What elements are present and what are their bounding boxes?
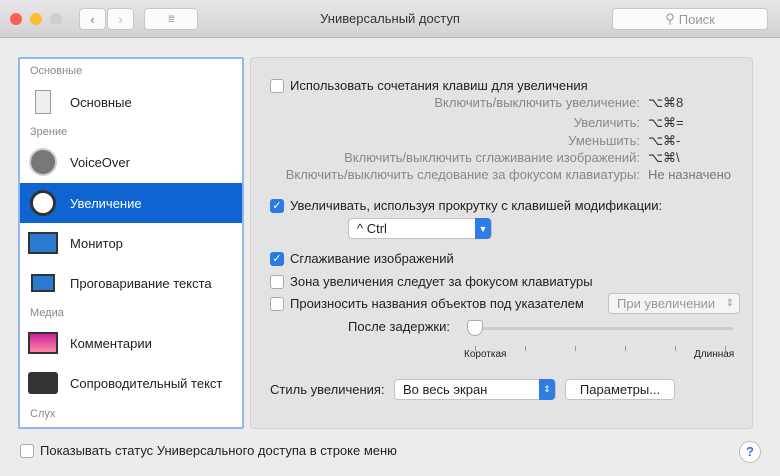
voiceover-icon bbox=[28, 147, 58, 177]
shortcut-label: Включить/выключить сглаживание изображен… bbox=[344, 150, 640, 165]
smooth-checkbox[interactable]: ✓ Сглаживание изображений bbox=[270, 251, 454, 266]
sidebar-item-label: Монитор bbox=[70, 235, 123, 251]
sidebar-item-display[interactable]: Монитор bbox=[20, 223, 242, 263]
slider-tick bbox=[625, 346, 626, 351]
sidebar-item-label: VoiceOver bbox=[70, 154, 130, 170]
sidebar-item-label: Увеличение bbox=[70, 195, 142, 211]
checkbox-label: Зона увеличения следует за фокусом клави… bbox=[290, 274, 593, 289]
slider-tick bbox=[675, 346, 676, 351]
speak-when-select[interactable]: При увеличении ⇕ bbox=[608, 293, 740, 314]
delay-slider[interactable] bbox=[475, 327, 733, 330]
sidebar-item-voiceover[interactable]: VoiceOver bbox=[20, 142, 242, 182]
use-shortcuts-checkbox[interactable]: Использовать сочетания клавиш для увелич… bbox=[270, 78, 588, 93]
shortcut-key: ⌥⌘- bbox=[648, 133, 681, 148]
checkbox-label: Произносить названия объектов под указат… bbox=[290, 296, 584, 311]
search-placeholder: Поиск bbox=[678, 11, 715, 27]
checkbox bbox=[20, 443, 34, 458]
checkbox bbox=[270, 274, 284, 289]
shortcut-key: Не назначено bbox=[648, 167, 731, 182]
modifier-value: ^ Ctrl bbox=[357, 221, 387, 236]
zoom-style-select[interactable]: Во весь экран ⇕ bbox=[394, 379, 556, 400]
checkbox: ✓ bbox=[270, 251, 284, 266]
speak-checkbox[interactable]: Произносить названия объектов под указат… bbox=[270, 296, 584, 311]
slider-thumb[interactable] bbox=[467, 320, 483, 336]
modifier-select[interactable]: ^ Ctrl ▼ bbox=[348, 218, 492, 239]
updown-icon: ⇕ bbox=[725, 298, 734, 309]
slider-tick bbox=[525, 346, 526, 351]
switch-icon bbox=[28, 87, 58, 117]
search-icon: ⚲ bbox=[665, 11, 675, 26]
shortcut-key: ⌥⌘\ bbox=[648, 150, 680, 165]
shortcut-label: Увеличить: bbox=[573, 115, 640, 130]
checkbox-label: Показывать статус Универсального доступа… bbox=[40, 443, 397, 458]
sidebar-item-speech[interactable]: Проговаривание текста bbox=[20, 263, 242, 303]
shortcut-key: ⌥⌘8 bbox=[648, 95, 684, 110]
sidebar-item-label: Основные bbox=[70, 94, 132, 110]
checkbox: ✓ bbox=[270, 198, 284, 213]
checkbox-label: Увеличивать, используя прокрутку с клави… bbox=[290, 198, 663, 213]
slider-max-label: Длинная bbox=[694, 349, 735, 360]
checkbox-label: Использовать сочетания клавиш для увелич… bbox=[290, 78, 588, 93]
slider-tick bbox=[575, 346, 576, 351]
scroll-zoom-checkbox[interactable]: ✓ Увеличивать, используя прокрутку с клав… bbox=[270, 198, 662, 213]
updown-icon: ⇕ bbox=[539, 379, 555, 400]
section-header: Медиа bbox=[30, 307, 64, 319]
captions-icon bbox=[28, 368, 58, 398]
checkbox-label: Сглаживание изображений bbox=[290, 251, 454, 266]
options-button[interactable]: Параметры... bbox=[565, 379, 675, 400]
monitor-icon bbox=[28, 228, 58, 258]
speech-icon bbox=[28, 268, 58, 298]
shortcut-label: Включить/выключить следование за фокусом… bbox=[285, 167, 640, 182]
sidebar: Основные Основные Зрение VoiceOver Увели… bbox=[18, 57, 244, 429]
shortcut-label: Уменьшить: bbox=[568, 133, 640, 148]
checkbox bbox=[270, 296, 284, 311]
search-input[interactable]: ⚲ Поиск bbox=[612, 8, 768, 30]
section-header: Слух bbox=[30, 408, 56, 420]
section-header: Зрение bbox=[30, 126, 68, 138]
chevron-down-icon: ▼ bbox=[475, 218, 491, 239]
sidebar-item-descriptions[interactable]: Комментарии bbox=[20, 323, 242, 363]
slider-min-label: Короткая bbox=[464, 349, 507, 360]
sidebar-item-captions[interactable]: Сопроводительный текст bbox=[20, 363, 242, 403]
sidebar-item-zoom[interactable]: Увеличение bbox=[20, 183, 242, 223]
sidebar-item-label: Сопроводительный текст bbox=[70, 375, 223, 391]
zoom-style-label: Стиль увеличения: bbox=[270, 382, 385, 397]
section-header: Основные bbox=[30, 65, 83, 77]
delay-label: После задержки: bbox=[348, 319, 450, 334]
help-button[interactable]: ? bbox=[739, 441, 761, 463]
magnifier-icon bbox=[28, 188, 58, 218]
shortcut-key: ⌥⌘= bbox=[648, 115, 684, 130]
zoom-style-value: Во весь экран bbox=[403, 382, 488, 397]
shortcut-label: Включить/выключить увеличение: bbox=[434, 95, 640, 110]
sidebar-item-label: Комментарии bbox=[70, 335, 152, 351]
sidebar-item-general[interactable]: Основные bbox=[20, 82, 242, 122]
descriptions-icon bbox=[28, 328, 58, 358]
follow-focus-checkbox[interactable]: Зона увеличения следует за фокусом клави… bbox=[270, 274, 593, 289]
sidebar-item-label: Проговаривание текста bbox=[70, 275, 212, 291]
zoom-panel bbox=[250, 57, 753, 429]
show-status-checkbox[interactable]: Показывать статус Универсального доступа… bbox=[20, 443, 397, 458]
speak-when-value: При увеличении bbox=[617, 296, 716, 311]
checkbox bbox=[270, 78, 284, 93]
